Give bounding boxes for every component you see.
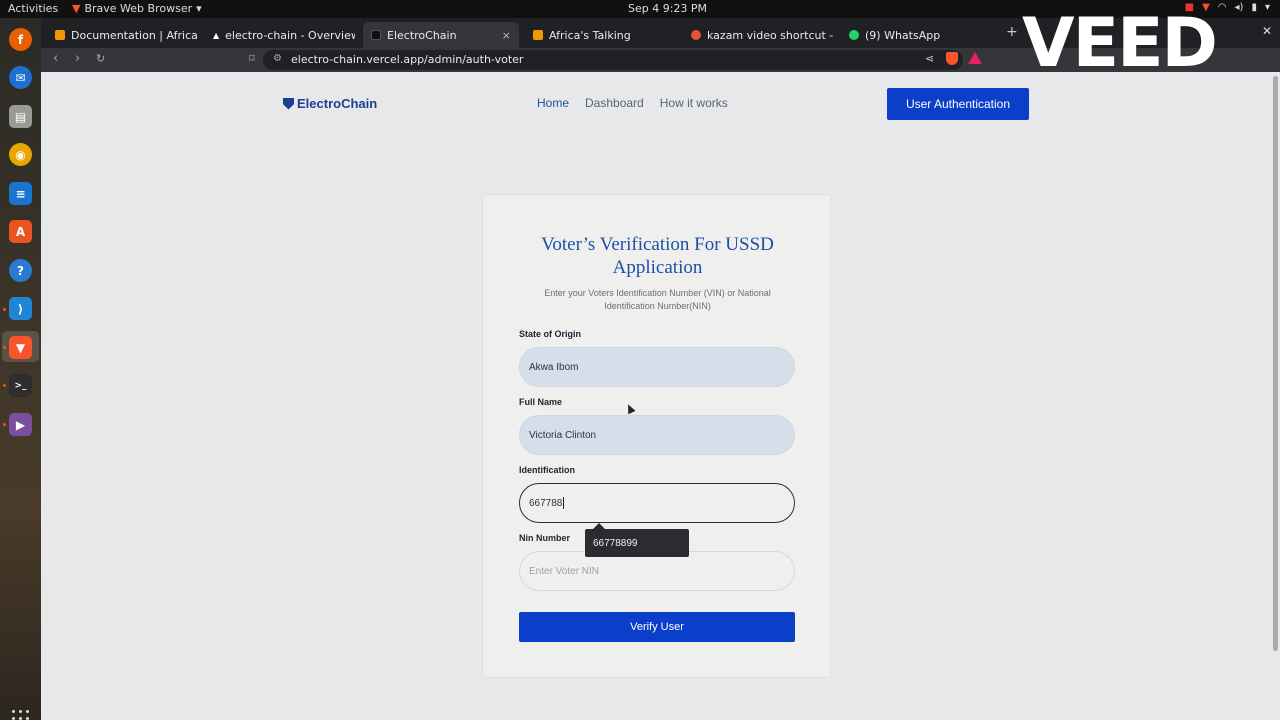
- help-icon[interactable]: ?: [9, 259, 32, 282]
- tab-label: kazam video shortcut - Brave: [707, 28, 833, 42]
- nin-placeholder: Enter Voter NIN: [529, 565, 600, 577]
- autocomplete-suggestion[interactable]: 66778899: [585, 523, 689, 557]
- vscode-icon[interactable]: ⟩: [9, 297, 32, 320]
- text-caret: [563, 497, 565, 509]
- brave-shields-icon[interactable]: [946, 52, 958, 65]
- form-subtitle: Enter your Voters Identification Number …: [544, 288, 771, 311]
- page-viewport: ElectroChain Home Dashboard How it works…: [41, 72, 1280, 720]
- state-of-origin-value: Akwa Ibom: [529, 361, 579, 373]
- nin-number-label: Nin Number: [519, 533, 571, 543]
- nav-how-it-works-link[interactable]: How it works: [660, 96, 728, 110]
- page-scrollbar[interactable]: [1271, 72, 1280, 720]
- share-icon[interactable]: ⋖: [925, 52, 934, 65]
- full-name-field[interactable]: Victoria Clinton: [519, 415, 795, 455]
- chevron-down-icon: ▾: [196, 2, 202, 15]
- rhythmbox-icon[interactable]: ◉: [9, 143, 32, 166]
- tab-label: (9) WhatsApp: [865, 28, 941, 42]
- running-indicator: [3, 384, 6, 387]
- full-name-label: Full Name: [519, 397, 563, 407]
- whatsapp-icon: [849, 30, 859, 40]
- activities-button[interactable]: Activities: [8, 2, 58, 15]
- vercel-triangle-icon: ▲: [213, 30, 220, 40]
- tab-kazam[interactable]: kazam video shortcut - Brave: [683, 22, 833, 48]
- power-menu-icon: ▾: [1264, 2, 1270, 13]
- favicon-icon: [533, 30, 543, 40]
- tab-documentation[interactable]: Documentation | Africa's Tal: [47, 22, 197, 48]
- wifi-icon: ◠: [1217, 2, 1227, 13]
- logo-text: ElectroChain: [297, 96, 378, 111]
- full-name-value: Victoria Clinton: [529, 429, 597, 441]
- terminal-icon[interactable]: >_: [9, 374, 32, 397]
- tab-label: Africa's Talking: [549, 28, 631, 42]
- verification-card: Voter’s Verification For USSD Applicatio…: [482, 194, 831, 678]
- tab-africas-talking[interactable]: Africa's Talking: [525, 22, 675, 48]
- brave-lion-icon: ▼: [72, 2, 81, 15]
- new-tab-button[interactable]: +: [1006, 24, 1018, 40]
- state-of-origin-label: State of Origin: [519, 329, 582, 339]
- back-icon[interactable]: ‹: [53, 51, 58, 66]
- favicon-icon: [371, 30, 381, 40]
- thunderbird-icon[interactable]: ✉: [9, 66, 32, 89]
- running-indicator: [3, 308, 6, 311]
- firefox-icon[interactable]: f: [9, 28, 32, 51]
- brave-icon[interactable]: ▼: [9, 336, 32, 359]
- site-logo[interactable]: ElectroChain: [283, 96, 377, 111]
- tab-electrochain[interactable]: ElectroChain ×: [363, 22, 519, 48]
- tab-whatsapp[interactable]: (9) WhatsApp: [841, 22, 991, 48]
- clock[interactable]: Sep 4 9:23 PM: [628, 2, 707, 15]
- nav-dashboard-link[interactable]: Dashboard: [585, 96, 644, 110]
- app-menu[interactable]: ▼ Brave Web Browser ▾: [72, 2, 202, 15]
- nav-home-link[interactable]: Home: [537, 96, 569, 110]
- state-of-origin-field[interactable]: Akwa Ibom: [519, 347, 795, 387]
- favicon-icon: [55, 30, 65, 40]
- veed-watermark: VEED: [1022, 4, 1218, 83]
- form-title: Voter’s Verification For USSD Applicatio…: [541, 234, 774, 278]
- verify-user-button[interactable]: Verify User: [519, 612, 795, 642]
- forward-icon[interactable]: ›: [75, 51, 80, 66]
- dock: f ✉ ▤ ◉ ≡ A ? ⟩ ▼ >_ ▶: [0, 18, 41, 720]
- site-nav: Home Dashboard How it works: [537, 96, 728, 110]
- show-apps-icon[interactable]: [12, 710, 29, 720]
- suggestion-text: 66778899: [593, 537, 638, 549]
- app-menu-label: Brave Web Browser: [84, 2, 193, 15]
- writer-icon[interactable]: ≡: [9, 182, 32, 205]
- video-editor-icon[interactable]: ▶: [9, 413, 32, 436]
- identification-label: Identification: [519, 465, 575, 475]
- nin-number-field[interactable]: Enter Voter NIN: [519, 551, 795, 591]
- close-tab-icon[interactable]: ×: [502, 29, 511, 42]
- app-center-icon[interactable]: A: [9, 220, 32, 243]
- identification-field[interactable]: 667788: [519, 483, 795, 523]
- volume-icon: ◂): [1234, 2, 1244, 13]
- tab-label: ElectroChain: [387, 28, 457, 42]
- battery-icon: ▮: [1251, 2, 1257, 13]
- bookmark-icon[interactable]: ⌑: [249, 52, 255, 65]
- brave-rewards-icon[interactable]: [968, 52, 982, 64]
- tab-vercel-overview[interactable]: ▲ electro-chain - Overview – V: [205, 22, 355, 48]
- site-info-icon: ⚙: [273, 53, 282, 64]
- scrollbar-thumb[interactable]: [1273, 76, 1278, 651]
- window-close-icon[interactable]: ✕: [1262, 24, 1272, 38]
- search-favicon-icon: [691, 30, 701, 40]
- url-text: electro-chain.vercel.app/admin/auth-vote…: [291, 53, 524, 66]
- running-indicator: [3, 346, 6, 349]
- user-authentication-button[interactable]: User Authentication: [887, 88, 1029, 120]
- identification-value: 667788: [529, 497, 563, 509]
- reload-icon[interactable]: ↻: [96, 52, 105, 65]
- shield-icon: [283, 97, 294, 110]
- running-indicator: [3, 423, 6, 426]
- address-bar[interactable]: ⚙ electro-chain.vercel.app/admin/auth-vo…: [263, 50, 963, 70]
- tab-label: electro-chain - Overview – V: [225, 28, 355, 42]
- tab-label: Documentation | Africa's Tal: [71, 28, 197, 42]
- files-icon[interactable]: ▤: [9, 105, 32, 128]
